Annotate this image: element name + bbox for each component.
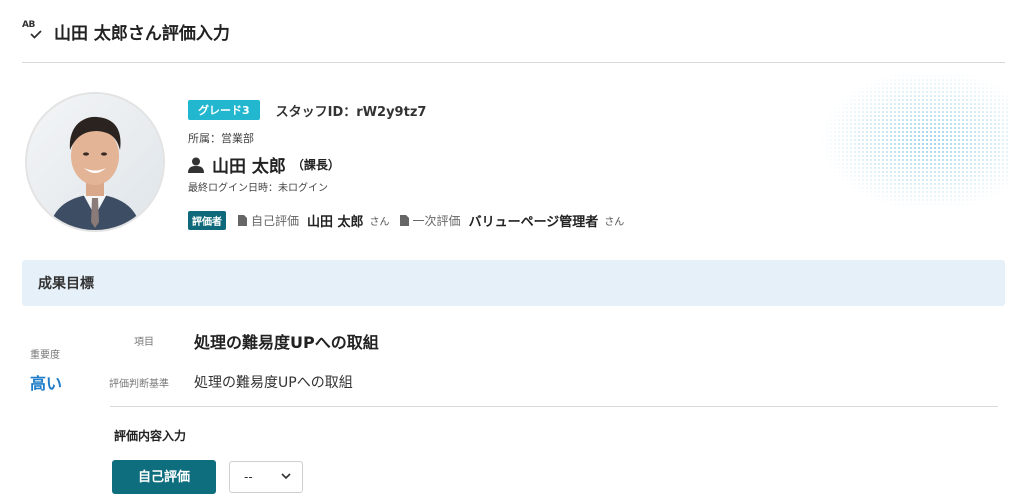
evaluation-select[interactable]: -- [229,461,303,493]
chevron-down-icon [281,473,291,480]
spell-check-icon: AB [22,20,44,42]
page-header: AB 山田 太郎さん評価入力 [22,18,230,44]
page-title: 山田 太郎さん評価入力 [54,23,230,44]
person-icon [188,157,204,173]
importance-value: 高い [30,374,63,393]
profile-info: グレード3 スタッフID：rW2y9tz7 所属：営業部 山田 太郎 （課長） … [188,100,788,230]
evaluator-label: 一次評価 [412,214,461,228]
evaluator-row: 評価者 自己評価 山田 太郎 さん 一次評価 バリューページ管理者 さん [188,211,788,230]
decorative-dot-pattern [810,75,1010,205]
document-icon [399,215,409,226]
criteria-value: 処理の難易度UPへの取組 [194,375,353,391]
evaluation-input-label: 評価内容入力 [114,429,187,443]
user-role: （課長） [291,158,340,172]
last-login: 最終ログイン日時：未ログイン [188,183,328,194]
evaluator-name: バリューページ管理者 [468,215,599,230]
user-name: 山田 太郎 [212,157,286,177]
criteria-label: 評価判断基準 [109,379,169,390]
avatar [25,92,165,232]
document-icon [238,215,247,226]
section-title: 成果目標 [38,276,94,292]
evaluation-select-value: -- [244,470,253,484]
item-label: 項目 [134,337,154,348]
item-value: 処理の難易度UPへの取組 [194,333,379,352]
evaluator-name: 山田 太郎 [307,215,364,230]
self-evaluation-button[interactable]: 自己評価 [112,460,216,494]
section-header: 成果目標 [22,260,1005,306]
grade-badge: グレード3 [188,100,260,120]
evaluator-label: 自己評価 [251,214,300,228]
staff-id: スタッフID：rW2y9tz7 [275,104,427,120]
evaluator-badge: 評価者 [188,211,226,230]
header-divider [22,62,1005,63]
department: 所属：営業部 [188,132,254,145]
goal-divider [110,406,998,407]
importance-label: 重要度 [30,350,60,361]
evaluator-suffix: さん [604,217,625,228]
spell-check-icon-text: AB [22,20,35,30]
evaluator-suffix: さん [369,217,390,228]
